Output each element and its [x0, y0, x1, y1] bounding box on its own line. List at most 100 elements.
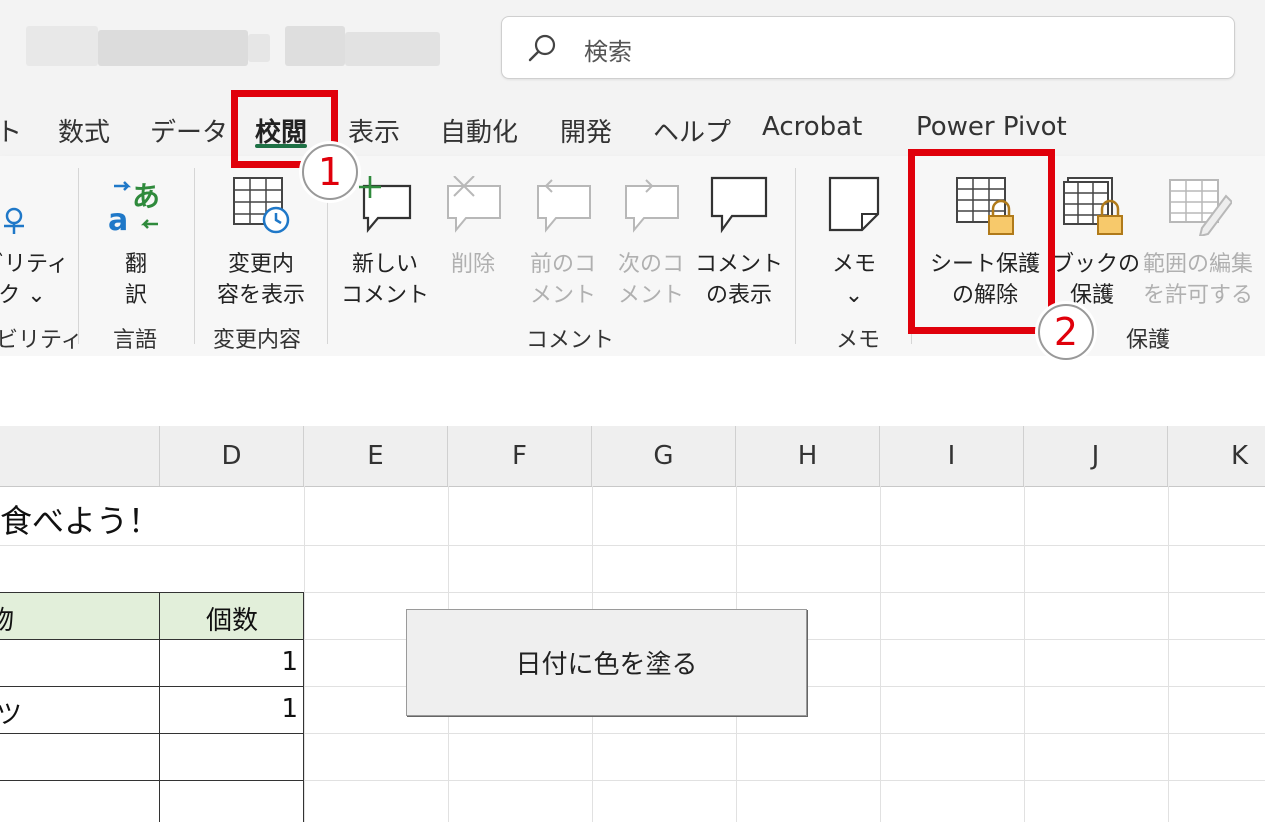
column-header-k[interactable]: K — [1168, 426, 1265, 486]
tab-acrobat[interactable]: Acrobat — [762, 112, 862, 142]
column-gridline — [1168, 486, 1169, 822]
workbook-lock-icon — [1052, 176, 1132, 245]
table-border — [0, 733, 304, 734]
group-separator — [194, 168, 195, 344]
previous-comment-icon — [520, 176, 606, 245]
group-separator — [78, 168, 79, 344]
table-header-count-cell[interactable]: 個数 — [160, 600, 304, 637]
column-gridline — [1024, 486, 1025, 822]
protect-workbook-label-1: ブックの — [1052, 252, 1141, 277]
search-icon — [526, 31, 560, 69]
count-cell[interactable]: 1 — [160, 647, 298, 677]
row-gridline — [0, 545, 1265, 546]
table-header-item-cell[interactable]: 物 — [0, 600, 14, 637]
step-2-number: 2 — [1053, 310, 1079, 354]
column-header-row: D E F G H I J K — [0, 426, 1265, 487]
new-comment-button[interactable]: 新しい コメント — [340, 176, 430, 311]
next-comment-button[interactable]: 次のコ メント — [608, 176, 694, 311]
show-comments-button[interactable]: コメント の表示 — [694, 176, 784, 311]
group-accessibility-label: ビリティ — [0, 328, 83, 353]
table-border — [0, 592, 304, 593]
translate-label-1: 翻 — [124, 252, 147, 277]
group-notes-label: メモ — [836, 328, 881, 353]
tab-developer[interactable]: 開発 — [560, 112, 612, 149]
column-header-e[interactable]: E — [304, 426, 448, 486]
show-changes-label-1: 変更内 — [227, 252, 294, 277]
new-comment-label-2: コメント — [340, 283, 429, 308]
blurred-filename — [98, 30, 248, 66]
column-gridline — [304, 486, 305, 822]
formula-bar-area — [0, 356, 1265, 427]
translate-button[interactable]: a あ 翻 訳 — [96, 176, 176, 311]
column-gridline — [880, 486, 881, 822]
show-changes-label-2: 容を表示 — [216, 283, 305, 308]
next-comment-label-2: メント — [617, 283, 684, 308]
color-dates-macro-button[interactable]: 日付に色を塗る — [406, 609, 807, 716]
table-border — [0, 780, 304, 781]
show-comments-label-2: の表示 — [705, 283, 772, 308]
allow-edit-ranges-label-2: を許可する — [1142, 283, 1253, 308]
previous-comment-button[interactable]: 前のコ メント — [520, 176, 606, 311]
accessibility-icon — [0, 176, 62, 245]
show-changes-button[interactable]: 変更内 容を表示 — [206, 176, 316, 311]
tab-partial[interactable]: ト — [0, 112, 22, 149]
next-comment-icon — [608, 176, 694, 245]
table-border — [0, 686, 304, 687]
sheet-title-cell[interactable]: 食べよう！ — [0, 496, 160, 542]
group-protect-label: 保護 — [1126, 328, 1171, 353]
group-changes-label: 変更内容 — [213, 328, 302, 353]
tab-formulas[interactable]: 数式 — [58, 112, 110, 149]
tab-view[interactable]: 表示 — [348, 112, 400, 149]
accessibility-label-1: ビリティ — [0, 252, 69, 277]
column-header-d[interactable]: D — [160, 426, 304, 486]
blurred-filename — [285, 26, 345, 66]
column-header-i[interactable]: I — [880, 426, 1024, 486]
protect-workbook-button[interactable]: ブックの 保護 — [1052, 176, 1141, 311]
ribbon-tabs: ト 数式 データ 校閲 表示 自動化 開発 ヘルプ Acrobat Power … — [0, 98, 1265, 156]
translate-icon: a あ — [96, 176, 176, 245]
edit-ranges-icon — [1136, 176, 1260, 245]
search-box[interactable]: 検索 — [501, 16, 1235, 79]
column-header-partial[interactable] — [0, 426, 160, 486]
show-comments-icon — [694, 176, 784, 245]
table-border — [0, 639, 304, 640]
show-comments-label-1: コメント — [694, 252, 783, 277]
group-language-label: 言語 — [113, 328, 158, 353]
show-changes-icon — [206, 176, 316, 245]
tab-data[interactable]: データ — [150, 112, 228, 149]
column-header-h[interactable]: H — [736, 426, 880, 486]
delete-comment-label: 削除 — [450, 252, 495, 277]
blurred-filename — [345, 32, 440, 66]
blurred-filename — [26, 26, 98, 66]
group-comments-label: コメント — [526, 328, 615, 353]
worksheet-grid[interactable]: D E F G H I J K 食べよう！ 物 個数 1 ツ 1 日付に色を塗る — [0, 426, 1265, 822]
allow-edit-ranges-label-1: 範囲の編集 — [1142, 252, 1253, 277]
previous-comment-label-2: メント — [529, 283, 596, 308]
svg-text:あ: あ — [132, 180, 160, 213]
notes-button[interactable]: メモ ⌄ — [812, 176, 896, 311]
check-accessibility-button[interactable]: ビリティ ク ⌄ — [0, 176, 69, 311]
previous-comment-label-1: 前のコ — [529, 252, 596, 277]
highlight-unprotect-sheet — [908, 149, 1055, 334]
svg-text:a: a — [108, 203, 128, 236]
column-header-f[interactable]: F — [448, 426, 592, 486]
delete-comment-icon — [430, 175, 516, 245]
tab-help[interactable]: ヘルプ — [653, 112, 731, 149]
allow-edit-ranges-button[interactable]: 範囲の編集 を許可する — [1136, 176, 1260, 311]
count-cell[interactable]: 1 — [160, 694, 298, 724]
column-header-j[interactable]: J — [1024, 426, 1168, 486]
item-cell[interactable]: ツ — [0, 694, 22, 731]
blurred-filename — [248, 34, 270, 62]
tab-power-pivot[interactable]: Power Pivot — [916, 112, 1067, 142]
translate-label-2: 訳 — [124, 283, 147, 308]
note-icon — [812, 176, 896, 245]
delete-comment-button[interactable]: 削除 — [430, 175, 516, 280]
accessibility-label-2: ク ⌄ — [0, 283, 46, 308]
column-header-g[interactable]: G — [592, 426, 736, 486]
notes-label: メモ — [831, 252, 876, 277]
chevron-down-icon: ⌄ — [844, 283, 864, 308]
group-separator — [795, 168, 796, 344]
new-comment-label-1: 新しい — [351, 252, 418, 277]
tab-automate[interactable]: 自動化 — [440, 112, 518, 149]
next-comment-label-1: 次のコ — [617, 252, 684, 277]
